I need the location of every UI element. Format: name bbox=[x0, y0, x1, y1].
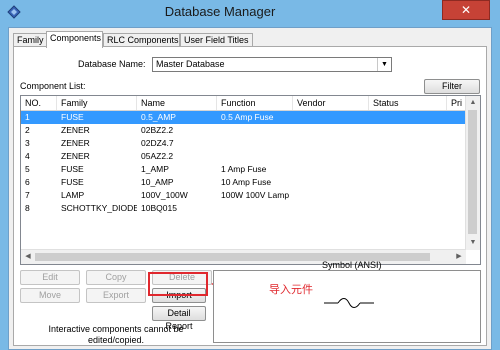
cell-name: 100V_100W bbox=[141, 190, 188, 200]
copy-button[interactable]: Copy bbox=[86, 270, 146, 285]
scroll-up-icon[interactable]: ▲ bbox=[466, 96, 480, 110]
table-header: NO. Family Name Function Vendor Status P… bbox=[21, 96, 466, 111]
cell-no: 2 bbox=[25, 125, 30, 135]
edit-button[interactable]: Edit bbox=[20, 270, 80, 285]
cell-function bbox=[217, 124, 293, 137]
table-row[interactable]: 8 SCHOTTKY_DIODE 10BQ015 bbox=[21, 202, 466, 215]
cell-function bbox=[217, 137, 293, 150]
component-list-table[interactable]: NO. Family Name Function Vendor Status P… bbox=[20, 95, 481, 265]
dialog-client-area: Family Components RLC Components User Fi… bbox=[8, 27, 492, 350]
cell-name: 10BQ015 bbox=[141, 203, 177, 213]
import-annotation-text: 导入元件 bbox=[269, 283, 313, 296]
window-title: Database Manager bbox=[164, 4, 276, 19]
database-name-value: Master Database bbox=[156, 59, 225, 69]
database-manager-window: Database Manager ✕ Family Components RLC… bbox=[0, 0, 500, 350]
table-row[interactable]: 5 FUSE 1_AMP 1 Amp Fuse bbox=[21, 163, 466, 176]
column-header-pri[interactable]: Pri bbox=[447, 96, 466, 110]
column-header-function[interactable]: Function bbox=[217, 96, 293, 110]
cell-function: 100W 100V Lamp bbox=[221, 190, 290, 200]
chevron-down-icon[interactable]: ▼ bbox=[377, 58, 391, 71]
detail-report-button[interactable]: Detail Report bbox=[152, 306, 206, 331]
database-name-select[interactable]: Master Database ▼ bbox=[152, 57, 392, 72]
table-row[interactable]: 6 FUSE 10_AMP 10 Amp Fuse bbox=[21, 176, 466, 189]
column-header-vendor[interactable]: Vendor bbox=[293, 96, 369, 110]
cell-name: 05AZ2.2 bbox=[141, 151, 174, 161]
table-row[interactable]: 1 FUSE 0.5_AMP 0.5 Amp Fuse bbox=[21, 111, 466, 124]
move-button[interactable]: Move bbox=[20, 288, 80, 303]
cell-function bbox=[217, 202, 293, 215]
scroll-down-icon[interactable]: ▼ bbox=[466, 236, 480, 250]
cell-no: 4 bbox=[25, 151, 30, 161]
vertical-scrollbar[interactable]: ▲ ▼ bbox=[465, 96, 480, 250]
filter-button[interactable]: Filter bbox=[424, 79, 480, 94]
cell-no: 6 bbox=[25, 177, 30, 187]
cell-name: 1_AMP bbox=[141, 164, 169, 174]
scroll-left-icon[interactable]: ◀ bbox=[21, 250, 35, 264]
import-highlight-box bbox=[148, 272, 208, 296]
interactive-components-note: Interactive components cannot be edited/… bbox=[48, 324, 184, 345]
column-header-family[interactable]: Family bbox=[57, 96, 137, 110]
table-row[interactable]: 4 ZENER 05AZ2.2 bbox=[21, 150, 466, 163]
table-row[interactable]: 2 ZENER 02BZ2.2 bbox=[21, 124, 466, 137]
cell-family: FUSE bbox=[61, 112, 84, 122]
cell-no: 7 bbox=[25, 190, 30, 200]
cell-family: ZENER bbox=[61, 151, 90, 161]
column-header-name[interactable]: Name bbox=[137, 96, 217, 110]
export-button[interactable]: Export bbox=[86, 288, 146, 303]
cell-no: 3 bbox=[25, 138, 30, 148]
components-tab-page: Database Name: Master Database ▼ Compone… bbox=[13, 46, 487, 346]
tab-user-field-titles[interactable]: User Field Titles bbox=[180, 33, 253, 47]
table-row[interactable]: 7 LAMP 100V_100W 100W 100V Lamp bbox=[21, 189, 466, 202]
close-button[interactable]: ✕ bbox=[442, 0, 490, 20]
symbol-preview-panel bbox=[213, 270, 481, 343]
fuse-symbol-icon bbox=[324, 298, 374, 308]
cell-family: ZENER bbox=[61, 125, 90, 135]
cell-function: 10 Amp Fuse bbox=[221, 177, 272, 187]
vertical-scroll-thumb[interactable] bbox=[468, 110, 477, 234]
cell-function: 0.5 Amp Fuse bbox=[221, 112, 274, 122]
cell-name: 02DZ4.7 bbox=[141, 138, 174, 148]
cell-no: 1 bbox=[25, 112, 30, 122]
tab-family[interactable]: Family bbox=[13, 33, 47, 47]
cell-name: 10_AMP bbox=[141, 177, 174, 187]
column-header-status[interactable]: Status bbox=[369, 96, 447, 110]
scroll-right-icon[interactable]: ▶ bbox=[452, 250, 466, 264]
cell-family: SCHOTTKY_DIODE bbox=[61, 203, 137, 213]
cell-function: 1 Amp Fuse bbox=[221, 164, 267, 174]
database-name-label: Database Name: bbox=[78, 59, 146, 69]
symbol-title: Symbol (ANSI) bbox=[322, 260, 382, 270]
horizontal-scrollbar[interactable]: ◀ ▶ bbox=[21, 249, 466, 264]
cell-no: 8 bbox=[25, 203, 30, 213]
cell-family: FUSE bbox=[61, 164, 84, 174]
cell-name: 0.5_AMP bbox=[141, 112, 176, 122]
table-row[interactable]: 3 ZENER 02DZ4.7 bbox=[21, 137, 466, 150]
cell-family: FUSE bbox=[61, 177, 84, 187]
cell-family: ZENER bbox=[61, 138, 90, 148]
column-header-no[interactable]: NO. bbox=[21, 96, 57, 110]
cell-function bbox=[217, 150, 293, 163]
component-list-label: Component List: bbox=[20, 81, 86, 91]
title-bar: Database Manager ✕ bbox=[0, 0, 500, 26]
tab-rlc-components[interactable]: RLC Components bbox=[103, 33, 180, 47]
cell-no: 5 bbox=[25, 164, 30, 174]
cell-name: 02BZ2.2 bbox=[141, 125, 174, 135]
tab-components[interactable]: Components bbox=[46, 31, 103, 48]
cell-family: LAMP bbox=[61, 190, 85, 200]
